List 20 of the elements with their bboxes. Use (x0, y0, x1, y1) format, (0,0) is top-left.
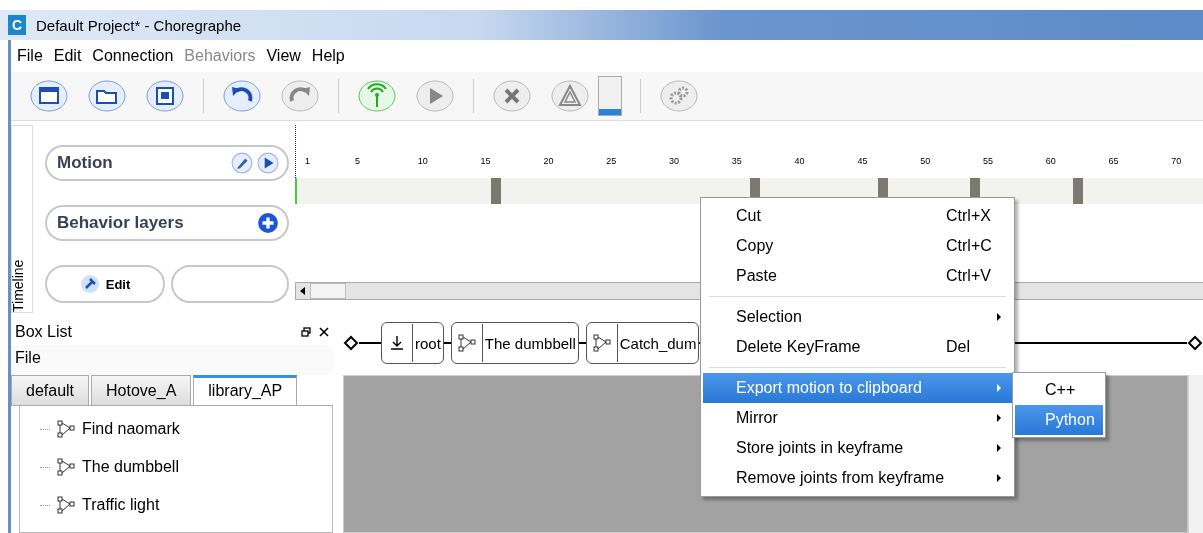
ruler-label: 70 (1171, 156, 1183, 168)
behavior-layers-label: Behavior layers (57, 213, 185, 233)
ruler-label: 10 (417, 156, 429, 168)
ruler-label: 5 (355, 156, 361, 168)
ruler-label: 55 (982, 156, 994, 168)
ruler-label: 60 (1045, 156, 1057, 168)
ruler-label: 50 (920, 156, 932, 168)
motion-label: Motion (57, 153, 114, 173)
ruler-label: 35 (731, 156, 743, 168)
app-logo: C (8, 15, 26, 35)
ruler-label: 45 (857, 156, 869, 168)
ruler-label: 15 (480, 156, 492, 168)
window-title: Default Project* - Choregraphe (36, 16, 242, 34)
ruler-label: 30 (669, 156, 680, 168)
ruler-label: 40 (794, 156, 806, 168)
ruler-label: 20 (543, 156, 555, 168)
ruler-label: 25 (606, 156, 618, 168)
ruler-label: 65 (1108, 156, 1120, 168)
ruler-label: 1 (305, 156, 311, 168)
panel-title: Box List (15, 323, 72, 341)
